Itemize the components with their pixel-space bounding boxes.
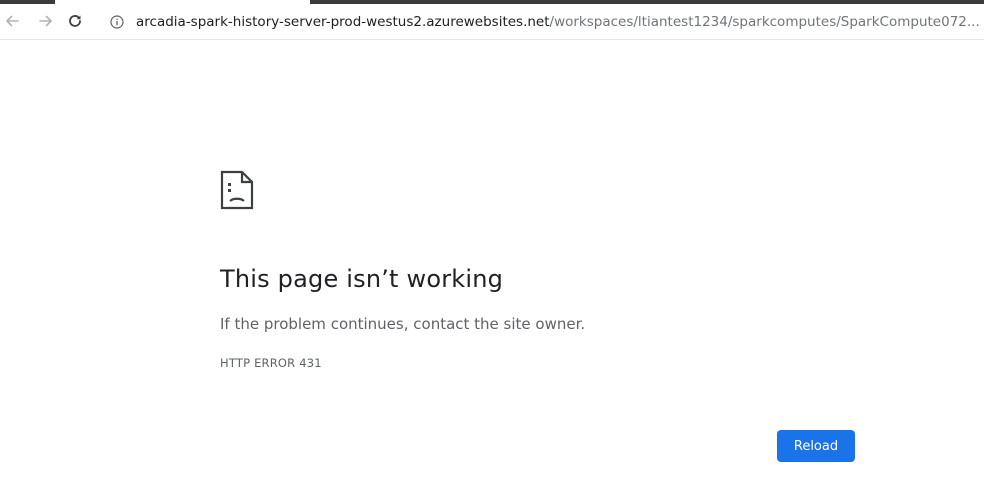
page-title: This page isn’t working [220,265,504,293]
info-icon[interactable] [108,13,126,31]
reload-page-button[interactable] [65,11,85,31]
error-message: If the problem continues, contact the si… [220,315,586,333]
forward-button[interactable] [36,11,56,31]
arrow-left-icon [6,15,19,27]
url-host: arcadia-spark-history-server-prod-westus… [136,14,550,30]
address-bar[interactable]: arcadia-spark-history-server-prod-westus… [108,9,984,35]
reload-button[interactable]: Reload [777,430,855,462]
url-path: /workspaces/ltiantest1234/sparkcomputes/… [549,14,980,30]
sad-page-icon [220,170,254,210]
error-code: HTTP ERROR 431 [220,356,322,370]
back-button[interactable] [2,11,22,31]
arrow-right-icon [39,15,52,27]
browser-toolbar: arcadia-spark-history-server-prod-westus… [0,4,984,40]
reload-icon [69,15,81,27]
